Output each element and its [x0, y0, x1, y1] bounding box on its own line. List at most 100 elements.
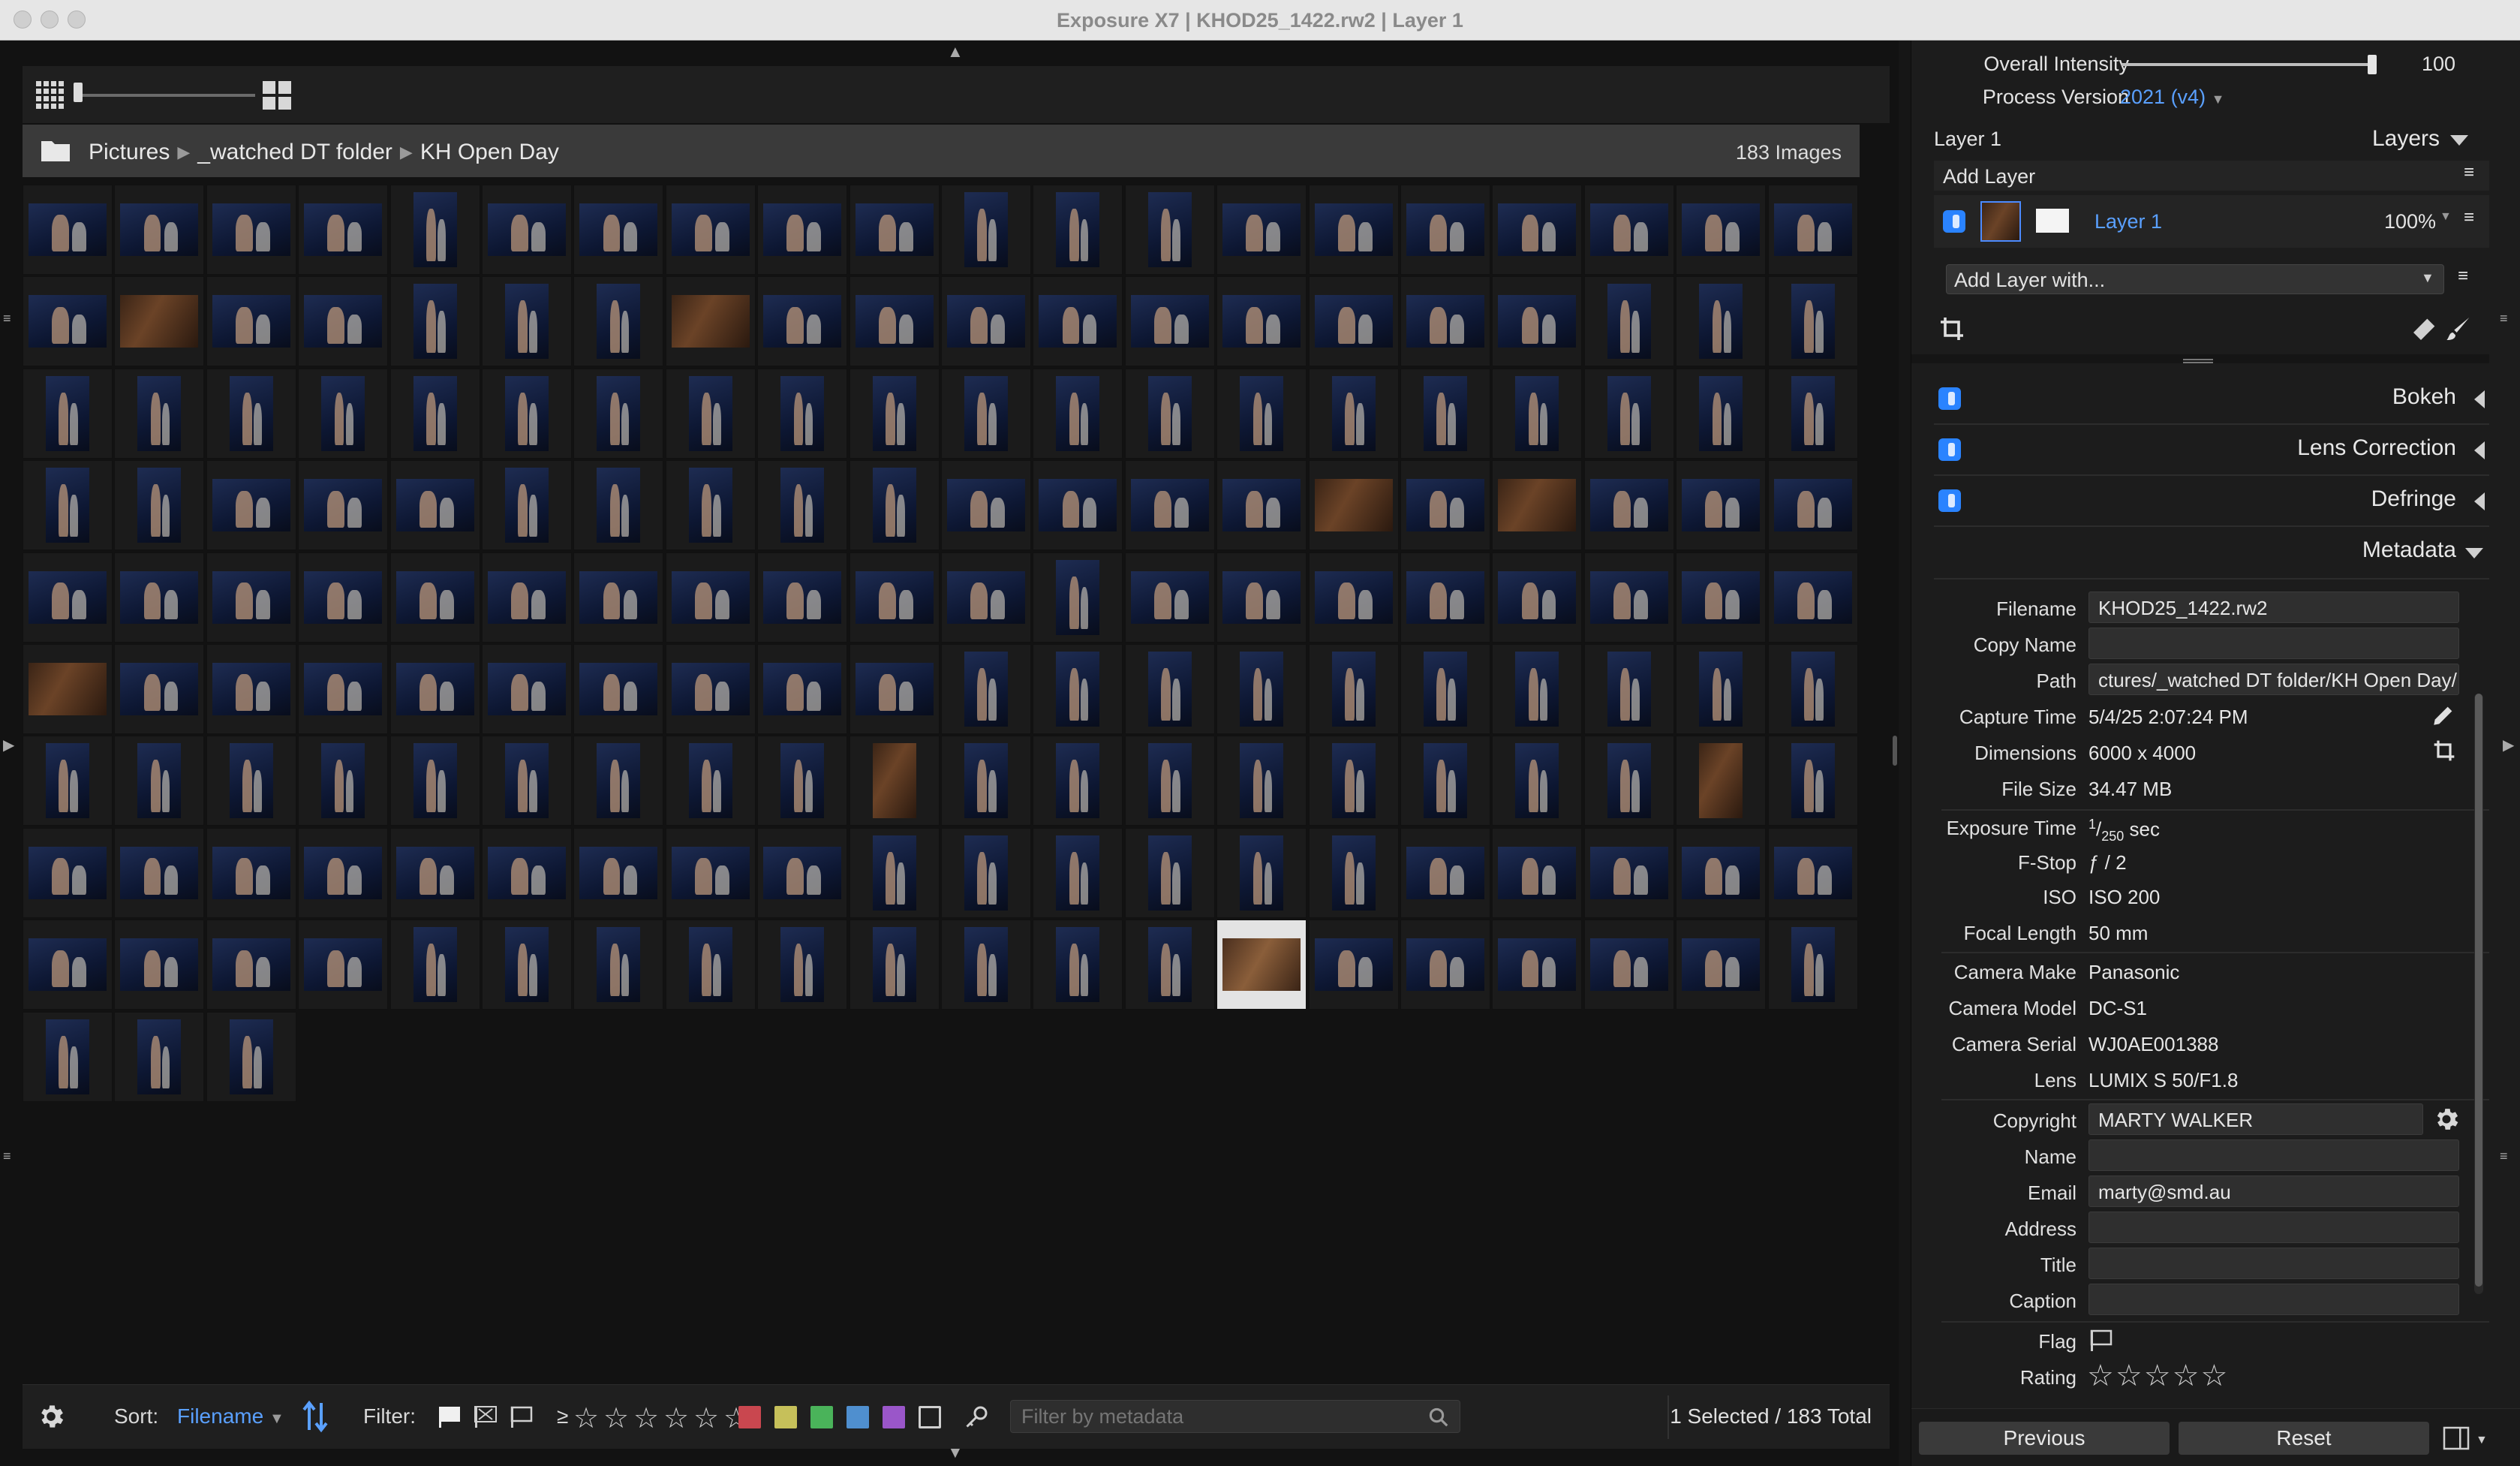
overall-intensity-slider-thumb[interactable] — [2368, 55, 2377, 74]
thumbnail-cell[interactable] — [1583, 368, 1674, 459]
thumbnail-cell[interactable] — [1492, 644, 1583, 734]
thumbnail-cell[interactable] — [1767, 552, 1858, 643]
thumbnail-cell[interactable] — [941, 644, 1031, 734]
thumbnail-cell[interactable] — [849, 368, 940, 459]
thumbnail-cell[interactable] — [1583, 644, 1674, 734]
star-filter-icon[interactable]: ☆ — [603, 1401, 629, 1435]
thumbnail-cell[interactable] — [1124, 368, 1215, 459]
address-field[interactable] — [2088, 1212, 2459, 1243]
chevron-down-icon[interactable]: ▼ — [2476, 1434, 2488, 1447]
thumbnail-cell[interactable] — [114, 185, 205, 275]
thumbnail-cell[interactable] — [482, 736, 572, 826]
thumbnail-cell[interactable] — [1676, 827, 1767, 918]
thumbnail-cell[interactable] — [1676, 460, 1767, 551]
thumbnail-cell[interactable] — [1216, 185, 1307, 275]
thumbnail-cell[interactable] — [389, 368, 480, 459]
right-panel-handle-icon[interactable]: ≡ — [2500, 311, 2508, 327]
thumbnail-cell[interactable] — [1492, 460, 1583, 551]
add-layer-with-dropdown[interactable]: Add Layer with... ▼ — [1946, 264, 2444, 294]
thumbnail-cell[interactable] — [1492, 552, 1583, 643]
panel-scrollbar[interactable] — [2474, 694, 2483, 1294]
process-version-dropdown[interactable]: 2021 (v4) ▼ — [2120, 86, 2224, 109]
thumbnail-cell[interactable] — [1583, 920, 1674, 1010]
unflagged-filter-icon[interactable] — [509, 1404, 534, 1428]
thumbnail-cell[interactable] — [206, 644, 296, 734]
thumbnail-size-slider[interactable] — [75, 94, 255, 97]
copy-name-field[interactable] — [2088, 628, 2459, 659]
thumbnail-cell[interactable] — [665, 185, 756, 275]
thumbnail-cell[interactable] — [1308, 460, 1399, 551]
color-filter-green[interactable] — [810, 1406, 833, 1428]
thumbnail-cell[interactable] — [1216, 368, 1307, 459]
thumbnail-cell[interactable] — [1583, 460, 1674, 551]
thumbnail-cell[interactable] — [757, 644, 848, 734]
thumbnail-cell[interactable] — [389, 736, 480, 826]
thumbnail-cell[interactable] — [1216, 736, 1307, 826]
breadcrumb-item[interactable]: _watched DT folder — [197, 140, 392, 165]
thumbnail-cell[interactable] — [941, 460, 1031, 551]
edit-pencil-icon[interactable] — [2431, 703, 2456, 728]
thumbnail-cell[interactable] — [665, 736, 756, 826]
layer-options-menu-icon[interactable]: ≡ — [2458, 266, 2468, 287]
thumbnail-cell[interactable] — [1767, 736, 1858, 826]
thumbnail-cell[interactable] — [1216, 644, 1307, 734]
thumbnail-cell[interactable] — [1676, 644, 1767, 734]
thumbnail-cell[interactable] — [1216, 827, 1307, 918]
thumbnail-cell[interactable] — [23, 185, 113, 275]
thumbnail-cell[interactable] — [1033, 736, 1123, 826]
thumbnail-cell[interactable] — [114, 552, 205, 643]
thumbnail-cell[interactable] — [1033, 920, 1123, 1010]
crop-icon[interactable] — [2432, 739, 2456, 763]
thumbnail-cell[interactable] — [1033, 644, 1123, 734]
thumbnail-cell[interactable] — [206, 1011, 296, 1102]
brush-icon[interactable] — [2444, 314, 2474, 344]
overall-intensity-slider[interactable] — [2122, 55, 2377, 74]
thumbnail-cell[interactable] — [114, 920, 205, 1010]
layers-section-header[interactable]: Layers — [2372, 126, 2440, 152]
thumbnail-cell[interactable] — [1676, 552, 1767, 643]
thumbnail-cell[interactable] — [1124, 736, 1215, 826]
thumbnail-cell[interactable] — [1583, 552, 1674, 643]
layer-name[interactable]: Layer 1 — [2094, 210, 2162, 233]
thumbnail-cell[interactable] — [1767, 185, 1858, 275]
color-filter-red[interactable] — [738, 1406, 761, 1428]
rating-stars[interactable]: ☆☆☆☆☆ — [2087, 1359, 2229, 1393]
thumbnail-cell[interactable] — [1676, 368, 1767, 459]
thumbnail-cell[interactable] — [1767, 644, 1858, 734]
lens-correction-toggle[interactable] — [1938, 438, 1961, 461]
thumbnail-cell[interactable] — [482, 644, 572, 734]
star-filter-icon[interactable]: ☆ — [633, 1401, 659, 1435]
thumbnail-cell[interactable] — [1676, 276, 1767, 367]
thumbnail-cell[interactable] — [1033, 827, 1123, 918]
thumbnail-cell[interactable] — [389, 460, 480, 551]
gear-icon[interactable] — [2432, 1105, 2461, 1133]
thumbnail-cell[interactable] — [573, 736, 664, 826]
thumbnail-cell[interactable] — [1492, 920, 1583, 1010]
metadata-filter-input[interactable] — [1010, 1400, 1460, 1433]
chevron-down-icon[interactable]: ▼ — [2440, 210, 2452, 224]
large-grid-icon[interactable] — [263, 81, 291, 110]
thumbnail-cell[interactable] — [114, 1011, 205, 1102]
thumbnail-cell[interactable] — [941, 736, 1031, 826]
thumbnail-cell[interactable] — [206, 185, 296, 275]
thumbnail-cell[interactable] — [849, 185, 940, 275]
thumbnail-cell[interactable] — [941, 276, 1031, 367]
star-icon[interactable]: ☆ — [2144, 1359, 2173, 1392]
layer-visibility-toggle[interactable] — [1943, 210, 1965, 233]
thumbnail-cell[interactable] — [573, 644, 664, 734]
add-layer-button[interactable]: Add Layer — [1943, 165, 2035, 188]
thumbnail-cell[interactable] — [1308, 644, 1399, 734]
thumbnail-cell[interactable] — [1583, 827, 1674, 918]
thumbnail-cell[interactable] — [1767, 920, 1858, 1010]
thumbnail-cell[interactable] — [665, 368, 756, 459]
thumbnail-cell[interactable] — [298, 368, 389, 459]
thumbnail-cell[interactable] — [23, 644, 113, 734]
left-panel-handle-lower-icon[interactable]: ≡ — [3, 1148, 11, 1164]
thumbnail-cell[interactable] — [1676, 736, 1767, 826]
thumbnail-cell[interactable] — [757, 368, 848, 459]
star-filter-icon[interactable]: ☆ — [573, 1401, 599, 1435]
thumbnail-cell[interactable] — [757, 185, 848, 275]
color-filter-yellow[interactable] — [774, 1406, 797, 1428]
thumbnail-cell[interactable] — [1400, 920, 1490, 1010]
thumbnail-cell[interactable] — [206, 552, 296, 643]
